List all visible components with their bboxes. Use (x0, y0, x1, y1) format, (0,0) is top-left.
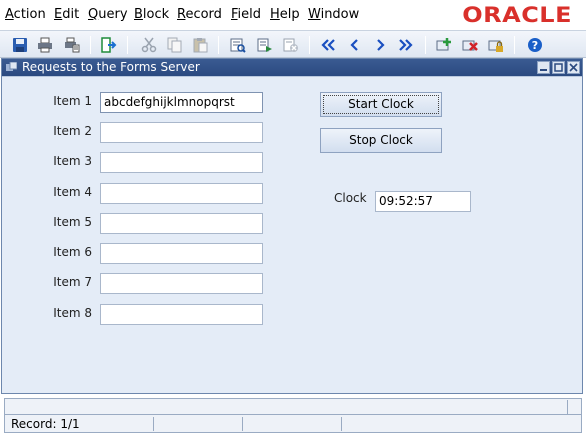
print-icon[interactable] (36, 36, 54, 54)
menu-record-label: ecord (185, 7, 222, 22)
status-divider (242, 417, 243, 431)
copy-icon[interactable] (166, 36, 184, 54)
close-icon[interactable] (567, 61, 580, 74)
form-canvas: Item 1 abcdefghijklmnopqrst Item 2 Item … (2, 76, 582, 393)
menu-edit-label: dit (62, 7, 80, 22)
exit-icon[interactable] (100, 36, 118, 54)
last-record-icon[interactable] (397, 36, 415, 54)
item-1-field[interactable]: abcdefghijklmnopqrst (100, 92, 263, 113)
hint-line (4, 398, 582, 415)
item-7-field[interactable] (100, 273, 263, 294)
previous-record-icon[interactable] (345, 36, 363, 54)
item-6-label: Item 6 (53, 245, 92, 259)
enter-query-icon[interactable] (229, 36, 247, 54)
print-setup-icon[interactable] (63, 36, 81, 54)
clock-label: Clock (334, 191, 367, 205)
menu-record[interactable]: Record (177, 7, 222, 22)
toolbar-separator (425, 36, 426, 54)
next-record-icon[interactable] (372, 36, 390, 54)
toolbar-separator (127, 36, 128, 54)
window-icon (6, 61, 18, 73)
lock-record-icon[interactable] (487, 36, 505, 54)
menu-help-mnemonic: H (270, 7, 280, 22)
maximize-icon[interactable] (552, 61, 565, 74)
menu-help-label: elp (279, 7, 300, 22)
status-bar: Record: 1/1 (4, 415, 582, 433)
item-8-label: Item 8 (53, 306, 92, 320)
item-1-label: Item 1 (53, 94, 92, 108)
menu-window-mnemonic: W (308, 7, 321, 22)
menu-field[interactable]: Field (231, 7, 261, 22)
menu-query-mnemonic: Q (88, 7, 99, 22)
toolbar-separator (218, 36, 219, 54)
menu-help[interactable]: Help (270, 7, 300, 22)
forms-window: Requests to the Forms Server Item 1 abcd… (1, 58, 583, 394)
execute-query-icon[interactable] (256, 36, 274, 54)
item-4-field[interactable] (100, 183, 263, 204)
menu-window[interactable]: Window (308, 7, 359, 22)
oracle-logo: ORACLE (462, 2, 572, 28)
menu-edit[interactable]: Edit (54, 7, 79, 22)
menu-bar: Action Edit Query Block Record Field Hel… (0, 0, 586, 30)
help-icon[interactable]: ? (526, 36, 544, 54)
insert-record-icon[interactable] (435, 36, 453, 54)
record-indicator: Record: 1/1 (11, 417, 80, 431)
first-record-icon[interactable] (319, 36, 337, 54)
minimize-icon[interactable] (537, 61, 550, 74)
item-4-label: Item 4 (53, 185, 92, 199)
window-title: Requests to the Forms Server (22, 60, 200, 74)
menu-window-label: indow (320, 7, 360, 22)
svg-text:?: ? (532, 39, 538, 52)
start-clock-button[interactable]: Start Clock (320, 92, 442, 117)
window-title-bar[interactable]: Requests to the Forms Server (2, 59, 582, 76)
menu-block-label: lock (142, 7, 170, 22)
menu-block[interactable]: Block (134, 7, 169, 22)
menu-block-mnemonic: B (134, 7, 143, 22)
item-5-label: Item 5 (53, 215, 92, 229)
menu-edit-mnemonic: E (54, 7, 63, 22)
menu-query-label: uery (98, 7, 128, 22)
hint-divider (567, 400, 568, 414)
item-2-label: Item 2 (53, 124, 92, 138)
menu-action-label: ction (13, 7, 46, 22)
save-icon[interactable] (11, 36, 29, 54)
item-3-label: Item 3 (53, 154, 92, 168)
item-3-field[interactable] (100, 152, 263, 173)
delete-record-icon[interactable] (461, 36, 479, 54)
menu-field-label: ield (237, 7, 262, 22)
item-5-field[interactable] (100, 213, 263, 234)
cut-icon[interactable] (140, 36, 158, 54)
menu-action-mnemonic: A (5, 7, 14, 22)
item-7-label: Item 7 (53, 275, 92, 289)
stop-clock-button[interactable]: Stop Clock (320, 128, 442, 153)
clock-field[interactable]: 09:52:57 (375, 191, 471, 212)
cancel-query-icon[interactable] (282, 36, 300, 54)
status-divider (341, 417, 342, 431)
toolbar: ? (0, 30, 586, 58)
item-8-field[interactable] (100, 304, 263, 325)
item-6-field[interactable] (100, 243, 263, 264)
status-divider (153, 417, 154, 431)
toolbar-separator (514, 36, 515, 54)
toolbar-separator (309, 36, 310, 54)
menu-query[interactable]: Query (88, 7, 128, 22)
item-2-field[interactable] (100, 122, 263, 143)
menu-action[interactable]: Action (5, 7, 46, 22)
paste-icon[interactable] (192, 36, 210, 54)
toolbar-separator (90, 36, 91, 54)
